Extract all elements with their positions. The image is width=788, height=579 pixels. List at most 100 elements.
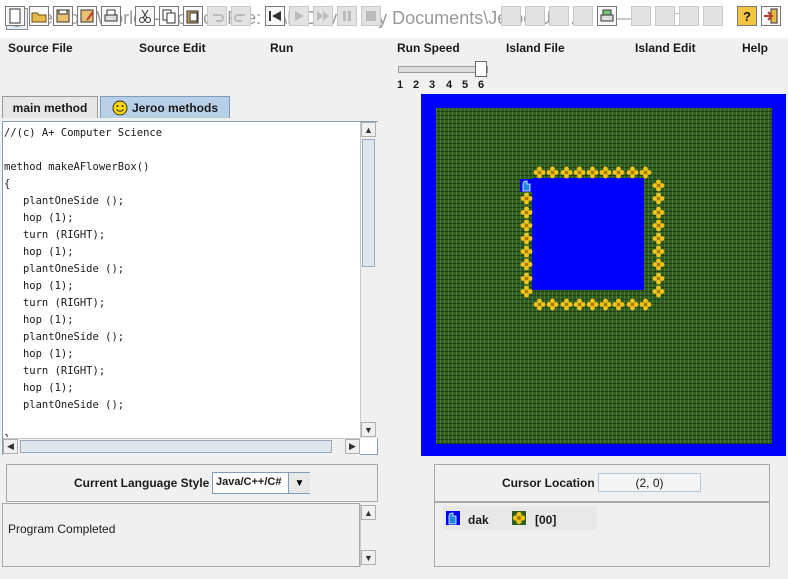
open-folder-icon[interactable]: [29, 6, 49, 26]
chevron-down-icon[interactable]: ▼: [288, 473, 310, 493]
undo-icon[interactable]: [207, 6, 227, 26]
menu-run[interactable]: Run: [270, 41, 293, 55]
flower: [520, 192, 533, 205]
new-island-icon[interactable]: [501, 6, 521, 26]
cut-icon[interactable]: [135, 6, 155, 26]
menu-run-speed[interactable]: Run Speed: [397, 41, 460, 55]
flower: [520, 245, 533, 258]
language-style-value[interactable]: Java/C++/C#: [216, 476, 281, 488]
flower: [652, 272, 665, 285]
menu-island-file[interactable]: Island File: [506, 41, 565, 55]
speed-label-4: 4: [446, 79, 453, 91]
flower: [533, 298, 546, 311]
tab-jeroo-methods-label: Jeroo methods: [131, 100, 218, 115]
language-style-label: Current Language Style: [74, 476, 210, 490]
help-icon[interactable]: ?: [737, 6, 757, 26]
menu-help[interactable]: Help: [742, 41, 768, 55]
code-line: turn (RIGHT);: [4, 229, 106, 241]
island-lake[interactable]: [532, 178, 644, 290]
step-icon[interactable]: [313, 6, 333, 26]
flower: [652, 285, 665, 298]
flower: [612, 298, 625, 311]
flower: [599, 166, 612, 179]
flower: [599, 298, 612, 311]
flower: [639, 166, 652, 179]
flower: [639, 298, 652, 311]
flower: [546, 166, 559, 179]
scroll-left-arrow-icon[interactable]: ◀: [3, 439, 18, 454]
jeroo-roster-icon: [446, 511, 460, 525]
clear-icon[interactable]: [631, 6, 651, 26]
tab-main-method[interactable]: main method: [2, 96, 98, 118]
editor-vertical-scroll-thumb[interactable]: [362, 139, 375, 267]
cursor-location-value: (2, 0): [635, 476, 664, 490]
stop-icon[interactable]: [361, 6, 381, 26]
scroll-down-arrow-icon[interactable]: ▼: [361, 422, 376, 437]
print-island-icon[interactable]: [597, 6, 617, 26]
flower: [520, 219, 533, 232]
flower: [652, 245, 665, 258]
svg-text:?: ?: [743, 9, 751, 24]
toolbar: [0, 60, 788, 94]
save-island-icon[interactable]: [549, 6, 569, 26]
speed-label-1: 1: [397, 79, 404, 91]
code-text[interactable]: //(c) A+ Computer Science method makeAFl…: [4, 125, 356, 437]
code-line: turn (RIGHT);: [4, 365, 106, 377]
save-island-as-icon[interactable]: [573, 6, 593, 26]
code-line: method makeAFlowerBox(): [4, 161, 150, 173]
code-line: {: [4, 178, 11, 190]
menu-source-file[interactable]: Source File: [8, 41, 73, 55]
flower: [520, 206, 533, 219]
flower: [586, 298, 599, 311]
scroll-right-arrow-icon[interactable]: ▶: [345, 439, 360, 454]
flower: [520, 272, 533, 285]
flower-count: [00]: [535, 513, 557, 527]
island-icon[interactable]: [679, 6, 699, 26]
editor-horizontal-scroll-thumb[interactable]: [20, 440, 332, 453]
tab-jeroo-methods[interactable]: Jeroo methods: [100, 96, 230, 118]
run-icon[interactable]: [289, 6, 309, 26]
copy-icon[interactable]: [159, 6, 179, 26]
code-line: plantOneSide ();: [4, 263, 125, 275]
run-speed-slider[interactable]: [475, 61, 487, 77]
flower: [533, 166, 546, 179]
scroll-up-arrow-icon[interactable]: ▲: [361, 122, 376, 137]
redo-icon[interactable]: [231, 6, 251, 26]
speed-label-3: 3: [429, 79, 436, 91]
code-line: }: [4, 431, 356, 437]
flower: [652, 192, 665, 205]
flower: [520, 258, 533, 271]
smiley-icon: [112, 100, 128, 116]
menu-source-edit[interactable]: Source Edit: [139, 41, 206, 55]
paste-icon[interactable]: [183, 6, 203, 26]
code-line: hop (1);: [4, 348, 74, 360]
new-file-icon[interactable]: [5, 6, 25, 26]
water-icon[interactable]: [703, 6, 723, 26]
code-line: hop (1);: [4, 280, 74, 292]
reset-icon[interactable]: [265, 6, 285, 26]
speed-label-6: 6: [478, 79, 485, 91]
menu-island-edit[interactable]: Island Edit: [635, 41, 696, 55]
flower: [626, 298, 639, 311]
pause-icon[interactable]: [337, 6, 357, 26]
code-line: plantOneSide ();: [4, 399, 125, 411]
status-message: Program Completed: [8, 522, 116, 536]
message-scroll-up-icon[interactable]: ▲: [361, 505, 376, 520]
save-icon[interactable]: [53, 6, 73, 26]
flower: [573, 166, 586, 179]
code-line: plantOneSide ();: [4, 331, 125, 343]
flower: [560, 298, 573, 311]
message-scroll-down-icon[interactable]: ▼: [361, 550, 376, 565]
open-island-icon[interactable]: [525, 6, 545, 26]
code-line: hop (1);: [4, 246, 74, 258]
grid-icon[interactable]: [655, 6, 675, 26]
save-as-icon[interactable]: [77, 6, 97, 26]
flower: [652, 219, 665, 232]
flower: [573, 298, 586, 311]
jeroo-icon: [520, 179, 533, 192]
flower: [546, 298, 559, 311]
exit-icon[interactable]: [761, 6, 781, 26]
print-icon[interactable]: [101, 6, 121, 26]
